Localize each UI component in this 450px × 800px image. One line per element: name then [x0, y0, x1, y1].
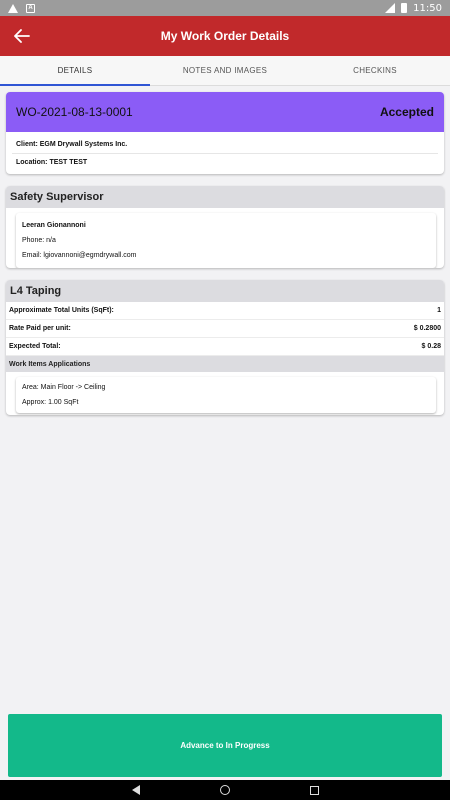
client-label: Client: EGM Drywall Systems Inc. [16, 141, 128, 148]
page-title: My Work Order Details [160, 29, 290, 43]
section-heading: L4 Taping [6, 280, 444, 302]
rate-row: Rate Paid per unit: $ 0.2800 [6, 320, 444, 338]
section-heading: Safety Supervisor [6, 186, 444, 208]
notification-a-icon: A [26, 3, 35, 13]
application-box: Area: Main Floor -> Ceiling Approx: 1.00… [16, 377, 436, 413]
status-bar: A 11:50 [0, 0, 450, 16]
back-button[interactable] [0, 16, 44, 56]
nav-home-icon[interactable] [219, 785, 230, 795]
nav-back-icon[interactable] [131, 785, 140, 795]
location-label: Location: TEST TEST [16, 159, 88, 166]
supervisor-contact-box: Leeran Gionannoni Phone: n/a Email: lgio… [16, 213, 436, 268]
application-approx: Approx: 1.00 SqFt [22, 399, 79, 406]
tab-details[interactable]: DETAILS [0, 56, 150, 86]
total-units-row: Approximate Total Units (SqFt): 1 [6, 302, 444, 320]
row-label: Rate Paid per unit: [9, 325, 71, 332]
work-order-card: WO-2021-08-13-0001 Accepted Client: EGM … [6, 92, 444, 174]
applications-heading: Work Items Applications [6, 356, 444, 372]
tab-checkins[interactable]: CHECKINS [300, 56, 450, 85]
app-bar: My Work Order Details [0, 16, 450, 56]
system-nav-bar [0, 780, 450, 800]
application-area: Area: Main Floor -> Ceiling [22, 384, 106, 391]
row-label: Expected Total: [9, 343, 61, 350]
supervisor-phone: Phone: n/a [22, 237, 56, 244]
row-value: $ 0.2800 [413, 325, 441, 332]
work-order-id: WO-2021-08-13-0001 [16, 105, 133, 119]
advance-button[interactable]: Advance to In Progress [8, 714, 442, 777]
line-item-card: L4 Taping Approximate Total Units (SqFt)… [6, 280, 444, 415]
supervisor-email: Email: lgiovannoni@egmdrywall.com [22, 252, 137, 259]
arrow-left-icon [14, 29, 30, 43]
row-value: 1 [437, 307, 441, 314]
battery-icon [401, 3, 408, 13]
nav-recents-icon[interactable] [309, 785, 319, 795]
tab-notes-and-images[interactable]: NOTES AND IMAGES [150, 56, 300, 85]
row-value: $ 0.28 [421, 343, 441, 350]
status-time: 11:50 [413, 2, 442, 14]
safety-supervisor-card: Safety Supervisor Leeran Gionannoni Phon… [6, 186, 444, 268]
signal-icon [385, 3, 396, 13]
tab-bar: DETAILS NOTES AND IMAGES CHECKINS [0, 56, 450, 86]
row-label: Approximate Total Units (SqFt): [9, 307, 114, 314]
work-order-header: WO-2021-08-13-0001 Accepted [6, 92, 444, 132]
expected-total-row: Expected Total: $ 0.28 [6, 338, 444, 356]
warning-icon [8, 3, 18, 13]
supervisor-name: Leeran Gionannoni [22, 222, 86, 229]
status-badge: Accepted [379, 105, 434, 119]
